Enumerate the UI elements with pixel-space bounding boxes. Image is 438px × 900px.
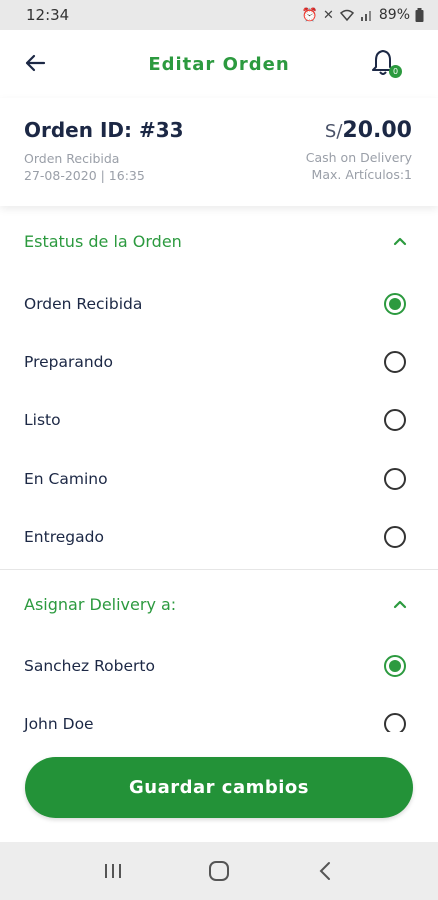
chevron-left-icon	[319, 862, 330, 880]
option-label: Sanchez Roberto	[24, 657, 155, 675]
option-label: En Camino	[24, 470, 108, 488]
status-icons: ⏰ ✕ 89%	[302, 7, 424, 23]
order-price: S/20.00	[306, 118, 412, 143]
recent-apps-icon	[105, 864, 121, 878]
max-items: Max. Artículos:1	[311, 167, 412, 182]
notification-badge: 0	[389, 65, 402, 78]
delivery-section-title: Asignar Delivery a:	[24, 594, 177, 614]
radio-selected[interactable]	[384, 293, 406, 315]
signal-icon	[360, 11, 371, 21]
page-title: Editar Orden	[148, 53, 290, 75]
section-divider	[0, 569, 438, 570]
chevron-up-icon	[393, 600, 407, 609]
app-header: Editar Orden 0	[0, 30, 438, 98]
status-time: 12:34	[26, 6, 70, 24]
option-label: Orden Recibida	[24, 295, 143, 313]
payment-method: Cash on Delivery	[305, 150, 412, 165]
status-bar: 12:34 ⏰ ✕ 89%	[0, 0, 438, 30]
recent-apps-button[interactable]	[93, 851, 133, 891]
status-option-entregado[interactable]: Entregado	[0, 508, 438, 566]
battery-percent: 89%	[378, 7, 410, 23]
option-label: Listo	[24, 411, 61, 429]
status-option-listo[interactable]: Listo	[0, 391, 438, 449]
delivery-section-header[interactable]: Asignar Delivery a:	[0, 579, 438, 629]
order-payment-info: S/20.00 Cash on Delivery Max. Artículos:…	[306, 118, 412, 183]
status-option-en-camino[interactable]: En Camino	[0, 450, 438, 508]
order-info: Orden ID: #33 Orden Recibida 27-08-2020 …	[24, 118, 184, 184]
status-option-orden-recibida[interactable]: Orden Recibida	[0, 275, 438, 333]
radio-selected[interactable]	[384, 655, 406, 677]
save-changes-button[interactable]: Guardar cambios	[25, 757, 413, 818]
system-back-button[interactable]	[305, 851, 345, 891]
radio-unselected[interactable]	[384, 468, 406, 490]
battery-icon	[415, 8, 424, 22]
radio-unselected[interactable]	[384, 526, 406, 548]
order-summary-card: Orden ID: #33 Orden Recibida 27-08-2020 …	[0, 98, 438, 206]
status-section-header[interactable]: Estatus de la Orden	[0, 216, 438, 266]
chevron-up-icon	[393, 237, 407, 246]
price-currency: S/	[324, 121, 343, 142]
option-label: Entregado	[24, 528, 104, 546]
radio-unselected[interactable]	[384, 351, 406, 373]
option-label: John Doe	[24, 715, 94, 733]
order-status-text: Orden Recibida	[24, 151, 120, 166]
order-datetime: 27-08-2020 | 16:35	[24, 168, 145, 183]
home-button[interactable]	[199, 851, 239, 891]
radio-unselected[interactable]	[384, 409, 406, 431]
system-nav-bar	[0, 842, 438, 900]
delivery-option-sanchez-roberto[interactable]: Sanchez Roberto	[0, 637, 438, 695]
wifi-icon	[339, 9, 354, 22]
notifications-button[interactable]: 0	[370, 48, 402, 78]
home-icon	[209, 861, 229, 881]
price-amount: 20.00	[342, 118, 412, 143]
status-option-preparando[interactable]: Preparando	[0, 333, 438, 391]
status-section-title: Estatus de la Orden	[24, 231, 182, 251]
alarm-icon: ⏰	[301, 7, 318, 23]
option-label: Preparando	[24, 353, 113, 371]
arrow-left-icon	[25, 54, 46, 72]
order-id: Orden ID: #33	[24, 118, 184, 142]
back-button[interactable]	[22, 50, 48, 76]
mute-icon: ✕	[322, 7, 334, 23]
